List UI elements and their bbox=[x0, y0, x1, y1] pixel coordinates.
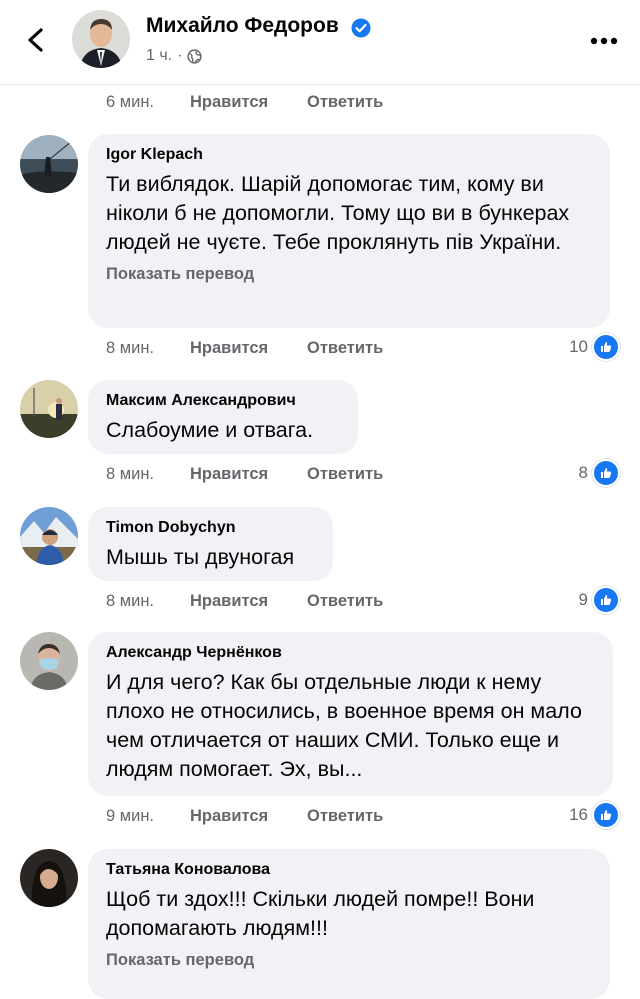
comment-bubble: Максим Александрович Слабоумие и отвага. bbox=[88, 380, 358, 454]
comment-text: Мышь ты двуногая bbox=[106, 545, 295, 569]
reply-button[interactable]: Ответить bbox=[307, 339, 383, 358]
reaction-count[interactable]: 10 bbox=[569, 333, 620, 361]
commenter-avatar[interactable] bbox=[20, 135, 78, 193]
more-horizontal-icon bbox=[590, 37, 618, 45]
verified-badge-icon bbox=[351, 18, 371, 38]
like-reaction-icon bbox=[592, 333, 620, 361]
comment-actions: 8 мин. Нравится Ответить bbox=[106, 336, 383, 360]
comment-actions: 6 мин. Нравится Ответить bbox=[106, 90, 383, 114]
like-button[interactable]: Нравится bbox=[190, 807, 307, 826]
comment-time[interactable]: 9 мин. bbox=[106, 807, 190, 826]
comment-text: Слабоумие и отвага. bbox=[106, 418, 314, 442]
chevron-left-icon bbox=[28, 28, 43, 52]
like-button[interactable]: Нравится bbox=[190, 592, 307, 611]
commenter-avatar[interactable] bbox=[20, 632, 78, 690]
show-translation-link[interactable]: Показать перевод bbox=[106, 265, 592, 284]
like-reaction-icon bbox=[592, 459, 620, 487]
reaction-count[interactable]: 9 bbox=[578, 586, 620, 614]
comment-time[interactable]: 8 мин. bbox=[106, 339, 190, 358]
comment-author[interactable]: Максим Александрович bbox=[106, 392, 340, 410]
globe-icon bbox=[187, 48, 203, 64]
back-button[interactable] bbox=[18, 22, 54, 58]
comment-time[interactable]: 8 мин. bbox=[106, 465, 190, 484]
comment-text: Щоб ти здох!!! Скільки людей помре!! Вон… bbox=[106, 887, 535, 940]
comment-text: И для чего? Как бы отдельные люди к нему… bbox=[106, 670, 582, 781]
reaction-count[interactable]: 16 bbox=[569, 801, 620, 829]
like-button[interactable]: Нравится bbox=[190, 93, 307, 112]
reaction-number: 16 bbox=[569, 805, 588, 824]
comment-time[interactable]: 6 мин. bbox=[106, 93, 190, 112]
like-reaction-icon bbox=[592, 801, 620, 829]
comment-bubble: Татьяна Коновалова Щоб ти здох!!! Скільк… bbox=[88, 849, 610, 999]
author-avatar[interactable] bbox=[72, 10, 130, 68]
author-name[interactable]: Михайло Федоров bbox=[146, 14, 339, 38]
more-options-button[interactable] bbox=[590, 26, 618, 46]
like-button[interactable]: Нравится bbox=[190, 339, 307, 358]
commenter-avatar[interactable] bbox=[20, 380, 78, 438]
comment-bubble: Александр Чернёнков И для чего? Как бы о… bbox=[88, 632, 613, 796]
reaction-number: 8 bbox=[578, 463, 588, 482]
commenter-avatar[interactable] bbox=[20, 849, 78, 907]
show-translation-link[interactable]: Показать перевод bbox=[106, 951, 592, 970]
comment-actions: 8 мин. Нравится Ответить bbox=[106, 462, 383, 486]
comment-actions: 9 мин. Нравится Ответить bbox=[106, 804, 383, 828]
comment-bubble: Timon Dobychyn Мышь ты двуногая bbox=[88, 507, 333, 581]
comment-author[interactable]: Татьяна Коновалова bbox=[106, 861, 592, 879]
comment-author[interactable]: Igor Klepach bbox=[106, 146, 592, 164]
post-time[interactable]: 1 ч. bbox=[146, 47, 172, 65]
reaction-number: 9 bbox=[578, 590, 588, 609]
like-reaction-icon bbox=[592, 586, 620, 614]
separator-dot: · bbox=[177, 47, 183, 64]
post-meta: 1 ч. · bbox=[146, 47, 203, 65]
comment-author[interactable]: Timon Dobychyn bbox=[106, 519, 315, 537]
reply-button[interactable]: Ответить bbox=[307, 807, 383, 826]
post-header: Михайло Федоров 1 ч. · bbox=[0, 0, 640, 85]
comment-bubble: Igor Klepach Ти виблядок. Шарій допомога… bbox=[88, 134, 610, 328]
reply-button[interactable]: Ответить bbox=[307, 592, 383, 611]
comment-time[interactable]: 8 мин. bbox=[106, 592, 190, 611]
comment-text: Ти виблядок. Шарій допомогає тим, кому в… bbox=[106, 172, 570, 254]
reaction-number: 10 bbox=[569, 337, 588, 356]
comment-actions: 8 мин. Нравится Ответить bbox=[106, 589, 383, 613]
like-button[interactable]: Нравится bbox=[190, 465, 307, 484]
commenter-avatar[interactable] bbox=[20, 507, 78, 565]
comment-author[interactable]: Александр Чернёнков bbox=[106, 644, 595, 662]
reply-button[interactable]: Ответить bbox=[307, 465, 383, 484]
reply-button[interactable]: Ответить bbox=[307, 93, 383, 112]
reaction-count[interactable]: 8 bbox=[578, 459, 620, 487]
